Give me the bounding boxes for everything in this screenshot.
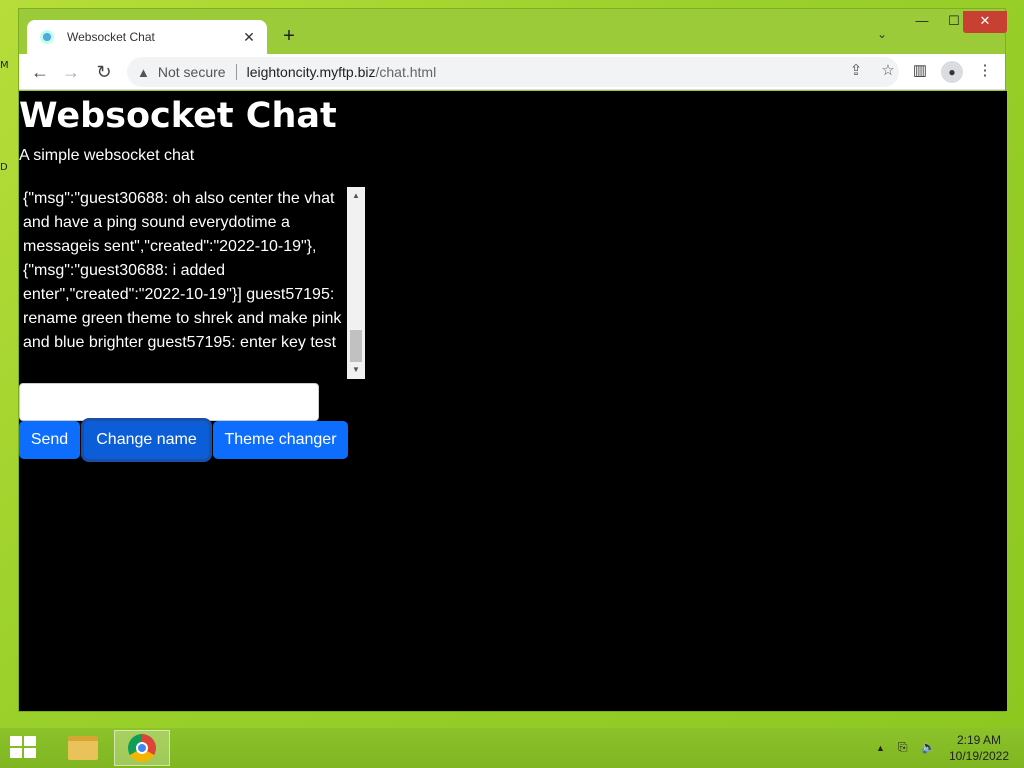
profile-avatar-icon[interactable]: ● bbox=[941, 61, 963, 83]
chrome-icon bbox=[128, 734, 156, 762]
folder-icon bbox=[68, 736, 98, 760]
warning-icon[interactable]: ▲ bbox=[137, 65, 150, 80]
start-logo-pane bbox=[24, 748, 36, 758]
address-bar[interactable]: ▲ Not secure leightoncity.myftp.biz/chat… bbox=[127, 57, 899, 87]
chat-log[interactable]: {"msg":"guest30688: oh also center the v… bbox=[19, 187, 365, 379]
favicon-icon bbox=[39, 29, 55, 45]
title-bar: Websocket Chat ✕ + ⌄ — ☐ ✕ bbox=[19, 9, 1007, 54]
tab-close-icon[interactable]: ✕ bbox=[241, 29, 257, 46]
browser-toolbar: ← → ↻ ▲ Not secure leightoncity.myftp.bi… bbox=[19, 54, 1005, 90]
show-hidden-icons-chevron-icon[interactable]: ▲ bbox=[876, 743, 885, 753]
reload-button[interactable]: ↻ bbox=[92, 60, 116, 84]
chat-scrollbar[interactable]: ▲ ▼ bbox=[347, 187, 365, 379]
url-text[interactable]: leightoncity.myftp.biz/chat.html bbox=[247, 64, 437, 80]
browser-tab[interactable]: Websocket Chat ✕ bbox=[27, 20, 267, 54]
start-logo-pane bbox=[24, 736, 36, 746]
scroll-up-icon[interactable]: ▲ bbox=[347, 189, 365, 203]
bookmark-star-icon[interactable]: ☆ bbox=[877, 61, 899, 79]
system-clock[interactable]: 2:19 AM 10/19/2022 bbox=[944, 732, 1014, 764]
start-button[interactable] bbox=[10, 736, 38, 760]
side-panel-icon[interactable]: ▥ bbox=[909, 61, 931, 79]
start-logo-pane bbox=[10, 748, 22, 758]
minimize-button[interactable]: — bbox=[905, 11, 939, 33]
new-tab-button[interactable]: + bbox=[278, 25, 300, 48]
security-label[interactable]: Not secure bbox=[158, 64, 226, 80]
send-button[interactable]: Send bbox=[19, 421, 80, 459]
file-explorer-taskbar-button[interactable] bbox=[55, 730, 111, 766]
tab-title: Websocket Chat bbox=[67, 30, 155, 44]
desktop-glyph-m: M bbox=[0, 60, 9, 71]
change-name-button[interactable]: Change name bbox=[84, 421, 209, 459]
chat-log-text: {"msg":"guest30688: oh also center the v… bbox=[23, 190, 342, 351]
clock-time: 2:19 AM bbox=[956, 733, 1002, 747]
browser-menu-icon[interactable]: ⋮ bbox=[974, 61, 996, 79]
url-path: /chat.html bbox=[375, 64, 437, 80]
chrome-taskbar-button[interactable] bbox=[114, 730, 170, 766]
page-content: Websocket Chat A simple websocket chat {… bbox=[19, 91, 1007, 711]
theme-changer-button[interactable]: Theme changer bbox=[213, 421, 348, 459]
tab-search-chevron-icon[interactable]: ⌄ bbox=[877, 27, 887, 41]
forward-button[interactable]: → bbox=[59, 60, 83, 84]
taskbar: ▲ ⎘ 🔈 2:19 AM 10/19/2022 bbox=[0, 728, 1024, 768]
page-title: Websocket Chat bbox=[19, 96, 337, 136]
url-host: leightoncity.myftp.biz bbox=[246, 64, 376, 80]
scroll-down-icon[interactable]: ▼ bbox=[347, 363, 365, 377]
share-icon[interactable]: ⇪ bbox=[845, 61, 867, 79]
network-icon[interactable]: ⎘ bbox=[898, 740, 908, 755]
page-subtitle: A simple websocket chat bbox=[19, 147, 195, 164]
back-button[interactable]: ← bbox=[28, 60, 52, 84]
address-separator bbox=[235, 64, 237, 80]
volume-icon[interactable]: 🔈 bbox=[921, 740, 936, 754]
desktop-glyph-d: D bbox=[0, 162, 8, 173]
close-window-button[interactable]: ✕ bbox=[963, 11, 1007, 33]
browser-window: Websocket Chat ✕ + ⌄ — ☐ ✕ ← → ↻ ▲ Not s… bbox=[18, 8, 1007, 712]
clock-date: 10/19/2022 bbox=[948, 749, 1010, 763]
message-input[interactable] bbox=[19, 383, 319, 421]
scroll-thumb[interactable] bbox=[350, 330, 362, 362]
start-logo-pane bbox=[10, 736, 22, 746]
